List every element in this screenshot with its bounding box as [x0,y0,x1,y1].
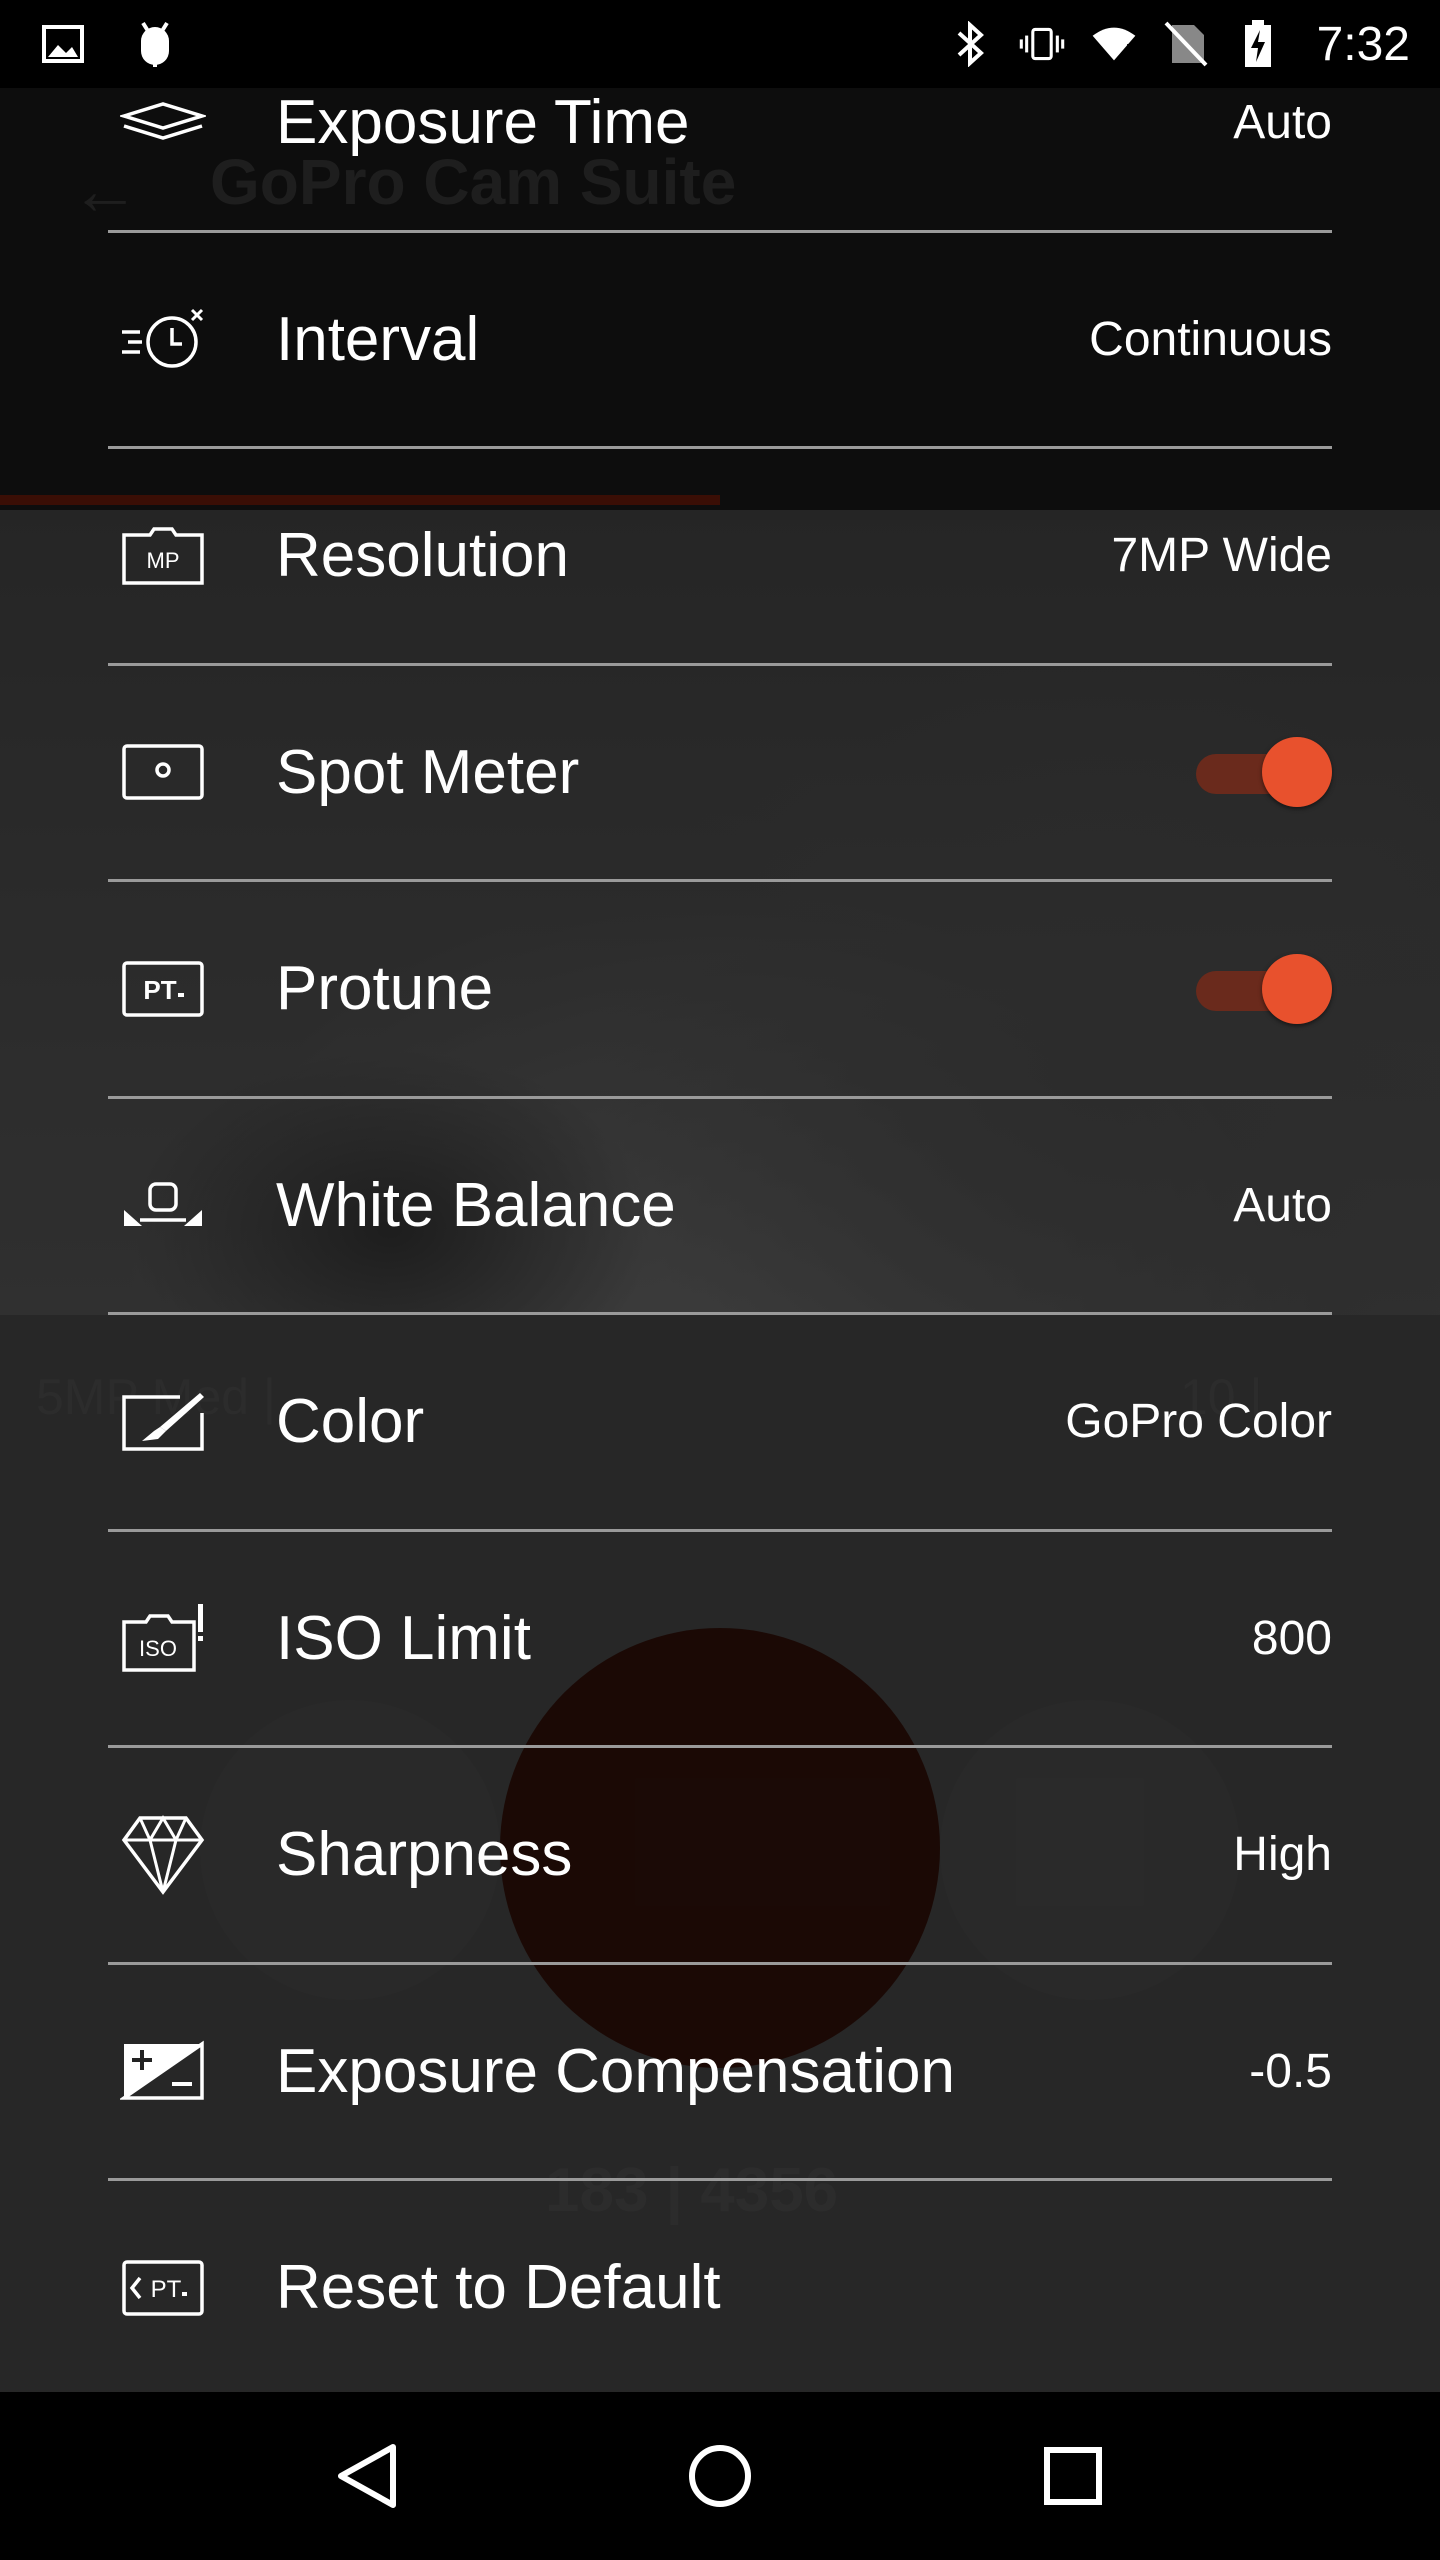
status-bar: 7:32 [0,0,1440,88]
setting-label: Interval [276,304,480,374]
navigation-bar [0,2392,1440,2560]
wifi-icon [1091,21,1137,67]
toggle-thumb [1262,737,1332,808]
setting-value: Auto [1233,1178,1332,1232]
iso-limit-icon: ISO [120,1603,206,1673]
protune-icon: PT [120,954,206,1024]
clock: 7:32 [1316,17,1410,71]
home-icon[interactable] [675,2431,765,2521]
setting-value: 800 [1251,1611,1332,1665]
svg-text:MP: MP [147,548,180,573]
protune-toggle[interactable] [1196,953,1332,1024]
android-debug-icon [132,21,178,67]
setting-row-resolution[interactable]: MP Resolution 7MP Wide [108,449,1332,666]
setting-row-sharpness[interactable]: Sharpness High [108,1748,1332,1965]
setting-label: Spot Meter [276,737,580,807]
setting-value: -0.5 [1249,2044,1332,2098]
setting-row-iso-limit[interactable]: ISO ISO Limit 800 [108,1532,1332,1748]
recents-icon[interactable] [1028,2431,1118,2521]
svg-text:PT: PT [151,2276,182,2303]
white-balance-icon [120,1170,206,1240]
setting-label: Exposure Compensation [276,2036,955,2106]
setting-label: ISO Limit [276,1603,531,1673]
setting-label: Sharpness [276,1820,573,1890]
setting-row-color[interactable]: Color GoPro Color [108,1315,1332,1532]
setting-row-interval[interactable]: Interval Continuous [108,233,1332,449]
exposure-compensation-icon [120,2036,206,2106]
setting-row-white-balance[interactable]: White Balance Auto [108,1099,1332,1315]
setting-value: Auto [1233,96,1332,150]
setting-value: 7MP Wide [1111,529,1332,583]
megapixel-icon: MP [120,521,206,591]
image-notification-icon [40,21,86,67]
setting-row-reset-to-default[interactable]: PT Reset to Default [108,2181,1332,2395]
diamond-icon [120,1814,206,1895]
battery-charging-icon [1235,20,1281,67]
color-brush-icon [120,1387,206,1457]
back-icon[interactable] [322,2431,412,2521]
setting-row-exposure-compensation[interactable]: Exposure Compensation -0.5 [108,1965,1332,2181]
camera-settings-list: Exposure Time Auto Interval Continuous M… [0,16,1440,2395]
setting-label: Color [276,1387,425,1457]
svg-text:PT: PT [143,975,176,1005]
layers-icon [120,88,206,158]
setting-label: Reset to Default [276,2253,721,2323]
spot-meter-icon [120,737,206,807]
setting-row-protune[interactable]: PT Protune [108,882,1332,1099]
no-sim-icon [1163,21,1209,67]
spot-meter-toggle[interactable] [1196,737,1332,808]
toggle-thumb [1262,953,1332,1024]
vibrate-icon [1019,21,1065,67]
setting-value: Continuous [1089,312,1332,366]
setting-label: White Balance [276,1170,676,1240]
svg-text:ISO: ISO [139,1636,177,1661]
interval-timer-icon [120,304,206,374]
setting-row-spot-meter[interactable]: Spot Meter [108,666,1332,882]
setting-label: Exposure Time [276,88,690,158]
setting-value: High [1233,1828,1332,1882]
setting-value: GoPro Color [1065,1395,1332,1449]
setting-label: Protune [276,954,494,1024]
reset-protune-icon: PT [120,2253,206,2323]
bluetooth-icon [947,21,993,67]
setting-label: Resolution [276,521,569,591]
